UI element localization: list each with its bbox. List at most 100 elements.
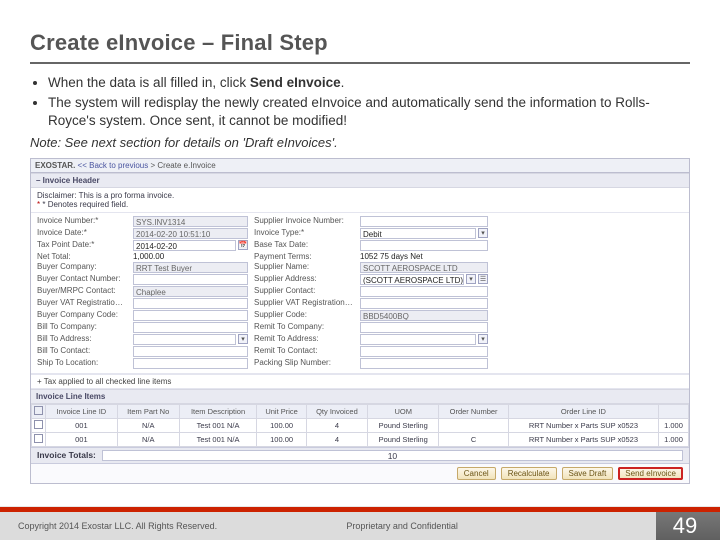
lbl-buyer-vat: Buyer VAT Registration Number: [37,298,127,309]
cell-line-id: 001 [46,418,118,432]
lbl-net-total: Net Total: [37,252,127,261]
slide-footer: Copyright 2014 Exostar LLC. All Rights R… [0,506,720,540]
col-item-description: Item Description [179,404,257,418]
lbl-bill-to-address: Bill To Address: [37,334,127,345]
input-tax-point-date[interactable]: 2014-02-20 [133,240,236,251]
col-order-number: Order Number [439,404,509,418]
lbl-supplier-address: Supplier Address: [254,274,354,285]
lbl-remit-to-contact: Remit To Contact: [254,346,354,357]
val-supplier-name: SCOTT AEROSPACE LTD [360,262,488,273]
lbl-remit-to-address: Remit To Address: [254,334,354,345]
bullet-1-text-b: . [341,75,345,90]
lbl-tax-point-date: Tax Point Date:* [37,240,127,251]
copyright-text: Copyright 2014 Exostar LLC. All Rights R… [18,521,346,531]
page-number-box: 49 [656,512,720,540]
select-bill-to-address[interactable] [133,334,236,345]
action-bar: Cancel Recalculate Save Draft Send eInvo… [31,464,689,483]
lbl-supplier-invoice-number: Supplier Invoice Number: [254,216,354,227]
row-checkbox[interactable] [34,420,43,429]
invoice-totals-row: Invoice Totals: 10 [31,447,689,464]
send-einvoice-button[interactable]: Send eInvoice [618,467,683,480]
cell-uom: Pound Sterling [368,432,439,446]
invoice-header-grid: Invoice Number:* SYS.INV1314 Supplier In… [31,213,689,374]
line-items-table: Invoice Line ID Item Part No Item Descri… [31,404,689,447]
col-unit-price: Unit Price [257,404,306,418]
lbl-supplier-vat: Supplier VAT Registration Number: [254,298,354,309]
lbl-remit-to-company: Remit To Company: [254,322,354,333]
lbl-supplier-code: Supplier Code: [254,310,354,321]
cell-part-no: N/A [117,432,179,446]
lbl-base-tax-date: Base Tax Date: [254,240,354,251]
select-supplier-address[interactable]: (SCOTT AEROSPACE LTD) [360,274,464,285]
val-buyer-company: RRT Test Buyer [133,262,248,273]
input-ship-to-location[interactable] [133,358,248,369]
page-number: 49 [673,513,703,539]
cell-order-line-id: RRT Number x Parts SUP x0523 [508,418,658,432]
chevron-down-icon[interactable]: ▾ [466,274,476,284]
lbl-supplier-name: Supplier Name: [254,262,354,273]
input-bill-to-contact[interactable] [133,346,248,357]
col-invoice-line-id: Invoice Line ID [46,404,118,418]
bullet-2: The system will redisplay the newly crea… [48,94,690,130]
required-note: * Denotes required field. [42,200,128,209]
input-remit-to-company[interactable] [360,322,488,333]
section-invoice-header: – Invoice Header [31,173,689,188]
lbl-buyer-company: Buyer Company: [37,262,127,273]
lbl-payment-terms: Payment Terms: [254,252,354,261]
title-rule [30,62,690,64]
lbl-supplier-contact: Supplier Contact: [254,286,354,297]
input-remit-to-contact[interactable] [360,346,488,357]
select-remit-to-address[interactable] [360,334,476,345]
input-supplier-invoice-number[interactable] [360,216,488,227]
recalculate-button[interactable]: Recalculate [501,467,557,480]
col-qty-invoiced: Qty Invoiced [306,404,367,418]
confidential-text: Proprietary and Confidential [346,521,702,531]
lbl-invoice-date: Invoice Date:* [37,228,127,239]
calendar-icon[interactable]: 📅 [238,240,248,250]
chevron-down-icon[interactable]: ▾ [478,334,488,344]
cell-order-line-id: RRT Number x Parts SUP x0523 [508,432,658,446]
cell-ext: 1.000 [659,418,689,432]
disclaimer-text: Disclaimer: This is a pro forma invoice. [37,191,683,200]
input-base-tax-date[interactable] [360,240,488,251]
select-invoice-type[interactable]: Debit [360,228,476,239]
totals-label: Invoice Totals: [37,450,96,460]
bullet-list: When the data is all filled in, click Se… [48,74,690,131]
col-uom: UOM [368,404,439,418]
col-order-line-id: Order Line ID [508,404,658,418]
back-to-previous-link[interactable]: << Back to previous [78,161,149,170]
bullet-1-text-a: When the data is all filled in, click [48,75,250,90]
bullet-1-bold: Send eInvoice [250,75,341,90]
input-buyer-contact-number[interactable] [133,274,248,285]
input-supplier-vat[interactable] [360,298,488,309]
brand: EXOSTAR. [35,161,75,170]
tax-applied-row[interactable]: + Tax applied to all checked line items [31,374,689,389]
chevron-down-icon[interactable]: ▾ [478,228,488,238]
lbl-invoice-type: Invoice Type:* [254,228,354,239]
lbl-bill-to-contact: Bill To Contact: [37,346,127,357]
cancel-button[interactable]: Cancel [457,467,496,480]
input-buyer-company-code[interactable] [133,310,248,321]
input-supplier-contact[interactable] [360,286,488,297]
cell-unit-price: 100.00 [257,418,306,432]
lbl-bill-to-company: Bill To Company: [37,322,127,333]
table-header-row: Invoice Line ID Item Part No Item Descri… [32,404,689,418]
input-packing-slip[interactable] [360,358,488,369]
row-checkbox[interactable] [34,434,43,443]
lbl-ship-to-location: Ship To Location: [37,358,127,369]
chevron-down-icon[interactable]: ▾ [238,334,248,344]
cell-desc: Test 001 N/A [179,432,257,446]
select-all-checkbox[interactable] [34,406,43,415]
lbl-buyer-company-code: Buyer Company Code: [37,310,127,321]
cell-unit-price: 100.00 [257,432,306,446]
cell-line-id: 001 [46,432,118,446]
disclaimer: Disclaimer: This is a pro forma invoice.… [31,188,689,213]
cell-order-num [439,418,509,432]
input-buyer-vat[interactable] [133,298,248,309]
note-text: Note: See next section for details on 'D… [30,135,690,150]
lookup-icon[interactable]: ☰ [478,274,488,284]
lbl-invoice-number: Invoice Number:* [37,216,127,227]
save-draft-button[interactable]: Save Draft [562,467,614,480]
input-bill-to-company[interactable] [133,322,248,333]
einvoice-app: EXOSTAR. << Back to previous > Create e.… [30,158,690,484]
